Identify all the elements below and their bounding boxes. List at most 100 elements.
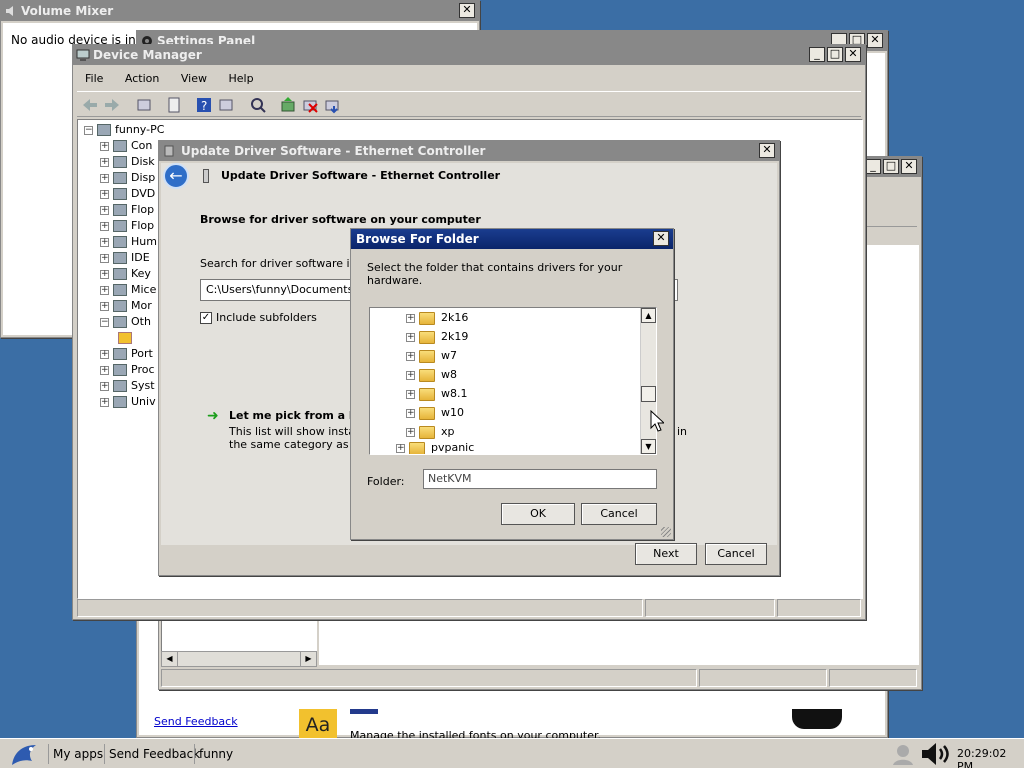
update-driver-titlebar[interactable]: Update Driver Software - Ethernet Contro… (159, 141, 779, 161)
resize-grip-icon[interactable] (661, 527, 671, 537)
expand-icon[interactable]: + (100, 365, 109, 375)
start-menu-icon[interactable] (6, 741, 42, 767)
uninstall-icon[interactable] (301, 96, 319, 114)
folder-name-input[interactable]: NetKVM (423, 469, 657, 489)
device-category[interactable]: + Key (100, 266, 151, 282)
folder-item[interactable]: + w8 (406, 367, 457, 383)
expand-icon[interactable]: + (100, 205, 109, 215)
update-driver-icon[interactable] (279, 96, 297, 114)
pick-from-list-link[interactable]: Let me pick from a lis (229, 409, 363, 422)
expand-icon[interactable]: + (100, 301, 109, 311)
expand-icon[interactable]: + (100, 189, 109, 199)
expand-icon[interactable]: + (406, 332, 415, 342)
menu-view[interactable]: View (181, 72, 207, 85)
vertical-scrollbar[interactable]: ▲ ▼ (640, 308, 656, 454)
enable-device-icon[interactable] (323, 96, 341, 114)
include-subfolders-checkbox[interactable]: ✓ Include subfolders (200, 311, 317, 324)
expand-icon[interactable]: + (396, 443, 405, 453)
expand-icon[interactable]: + (100, 237, 109, 247)
close-button[interactable]: ✕ (459, 3, 475, 18)
device-category[interactable]: + Proc (100, 362, 155, 378)
close-button[interactable]: ✕ (759, 143, 775, 158)
expand-icon[interactable]: + (406, 313, 415, 323)
expand-icon[interactable]: + (406, 427, 415, 437)
device-category[interactable]: + Hum (100, 234, 157, 250)
tree-root[interactable]: − funny-PC (84, 122, 164, 138)
taskbar-funny[interactable]: funny (194, 744, 237, 764)
expand-icon[interactable]: + (406, 370, 415, 380)
scroll-thumb[interactable] (641, 386, 656, 402)
scroll-left-arrow-icon[interactable]: ◀ (162, 652, 178, 666)
expand-icon[interactable]: + (100, 381, 109, 391)
device-category[interactable]: + Syst (100, 378, 155, 394)
cancel-button[interactable]: Cancel (581, 503, 657, 525)
scroll-up-arrow-icon[interactable]: ▲ (641, 308, 656, 323)
scroll-right-arrow-icon[interactable]: ▶ (300, 652, 316, 666)
forward-arrow-icon[interactable] (103, 96, 121, 114)
ok-button[interactable]: OK (501, 503, 575, 525)
send-feedback-link[interactable]: Send Feedback (154, 715, 238, 728)
folder-item[interactable]: + xp (406, 424, 455, 440)
expand-icon[interactable]: + (100, 269, 109, 279)
next-button[interactable]: Next (635, 543, 697, 565)
scroll-down-arrow-icon[interactable]: ▼ (641, 439, 656, 454)
menu-action[interactable]: Action (125, 72, 159, 85)
expand-icon[interactable]: + (406, 351, 415, 361)
minimize-button[interactable]: _ (865, 159, 881, 174)
expand-icon[interactable]: + (406, 389, 415, 399)
device-view-icon[interactable] (135, 96, 153, 114)
expand-icon[interactable]: + (100, 349, 109, 359)
back-arrow-icon[interactable] (81, 96, 99, 114)
volume-mixer-titlebar[interactable]: Volume Mixer ✕ (1, 1, 479, 21)
device-category[interactable]: + Disp (100, 170, 155, 186)
close-button[interactable]: ✕ (867, 33, 883, 48)
checkbox-icon[interactable]: ✓ (200, 312, 212, 324)
menu-help[interactable]: Help (228, 72, 253, 85)
expand-icon[interactable]: + (100, 157, 109, 167)
device-category[interactable]: + Mor (100, 298, 152, 314)
taskbar-send-feedback[interactable]: Send Feedback (104, 744, 204, 764)
cancel-button[interactable]: Cancel (705, 543, 767, 565)
device-category[interactable]: + IDE (100, 250, 150, 266)
device-category[interactable]: + Con (100, 138, 152, 154)
maximize-button[interactable]: □ (883, 159, 899, 174)
device-category[interactable]: + Disk (100, 154, 155, 170)
user-tray-icon[interactable] (890, 743, 916, 765)
folder-item[interactable]: + w10 (406, 405, 464, 421)
folder-item[interactable]: + w8.1 (406, 386, 468, 402)
close-button[interactable]: ✕ (653, 231, 669, 246)
tools-icon[interactable] (792, 709, 842, 729)
properties-icon[interactable] (165, 96, 183, 114)
minimize-button[interactable]: _ (809, 47, 825, 62)
close-button[interactable]: ✕ (845, 47, 861, 62)
show-hidden-icon[interactable] (217, 96, 235, 114)
folder-item[interactable]: + w7 (406, 348, 457, 364)
device-category[interactable]: + Flop (100, 218, 154, 234)
device-category[interactable] (118, 330, 136, 346)
folder-item-partial[interactable]: + pvpanic (396, 440, 474, 454)
expand-icon[interactable]: + (100, 285, 109, 295)
expand-icon[interactable]: + (100, 141, 109, 151)
volume-icon[interactable] (920, 741, 954, 767)
scan-hardware-icon[interactable] (249, 96, 267, 114)
folder-item[interactable]: +2k16 (406, 310, 468, 326)
browse-folder-titlebar[interactable]: Browse For Folder ✕ (351, 229, 673, 249)
help-icon[interactable]: ? (195, 96, 213, 114)
expand-icon[interactable]: + (100, 221, 109, 231)
device-category[interactable]: + DVD (100, 186, 155, 202)
menu-file[interactable]: File (85, 72, 103, 85)
close-button[interactable]: ✕ (901, 159, 917, 174)
maximize-button[interactable]: □ (827, 47, 843, 62)
horizontal-scrollbar[interactable]: ◀ ▶ (161, 651, 317, 667)
back-button-icon[interactable]: ← (163, 163, 189, 189)
device-category[interactable]: + Flop (100, 202, 154, 218)
device-category[interactable]: − Oth (100, 314, 151, 330)
fonts-icon[interactable]: Aa (299, 709, 337, 741)
collapse-icon[interactable]: − (100, 317, 109, 327)
device-category[interactable]: + Mice (100, 282, 156, 298)
expand-icon[interactable]: + (100, 397, 109, 407)
expand-icon[interactable]: + (406, 408, 415, 418)
device-category[interactable]: + Univ (100, 394, 156, 410)
expand-icon[interactable]: + (100, 253, 109, 263)
taskbar-my-apps[interactable]: My apps (48, 744, 107, 764)
